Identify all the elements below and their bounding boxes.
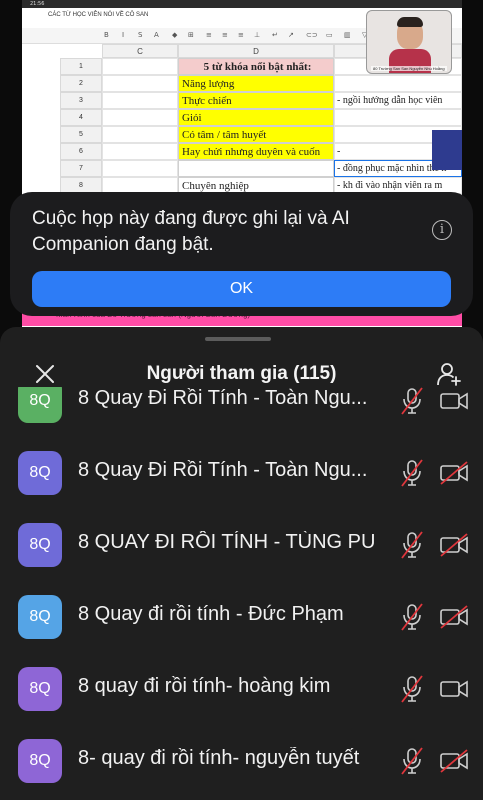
comment-icon: ▭: [326, 31, 333, 39]
shared-blue-panel: [432, 130, 462, 170]
info-icon[interactable]: i: [432, 220, 452, 240]
strikethrough-icon: S: [138, 31, 143, 39]
mic-muted-icon[interactable]: [400, 675, 424, 703]
align-left-icon: ≡: [206, 31, 212, 39]
mic-muted-icon[interactable]: [400, 531, 424, 559]
avatar: 8Q: [18, 523, 62, 567]
participant-row[interactable]: 8Q 8 Quay đi rồi tính - Đức Phạm: [0, 581, 483, 653]
participant-list[interactable]: 8Q 8 Quay Đi Rồi Tính - Toàn Ngu... 8Q 8 Q…: [0, 387, 483, 800]
cell-e: [334, 75, 462, 92]
video-off-icon[interactable]: [440, 749, 468, 773]
cell-d: 5 từ khóa nổi bật nhất:: [178, 58, 334, 75]
avatar: 8Q: [18, 739, 62, 783]
participant-name: 8- quay đi rồi tính- nguyễn tuyết: [78, 747, 360, 769]
participant-row[interactable]: 8Q 8 QUAY ĐI RỒI TÍNH - TÙNG PU: [0, 509, 483, 581]
bold-icon: B: [104, 31, 109, 39]
participant-name: 8 Quay Đi Rồi Tính - Toàn Ngu...: [78, 459, 368, 481]
mic-muted-icon[interactable]: [400, 459, 424, 487]
recording-message: Cuộc họp này đang được ghi lại và AI Com…: [32, 208, 350, 255]
chart-icon: ▥: [344, 31, 351, 39]
borders-icon: ⊞: [188, 31, 194, 39]
video-person-hair: [397, 17, 423, 27]
participant-row[interactable]: 8Q 8 Quay Đi Rồi Tính - Toàn Ngu...: [0, 387, 483, 437]
cell-d: Giỏi: [178, 109, 334, 126]
column-header-c: C: [102, 44, 178, 58]
text-color-icon: A: [154, 31, 159, 39]
participant-name: 8 Quay đi rồi tính - Đức Phạm: [78, 603, 344, 625]
avatar: 8Q: [18, 667, 62, 711]
video-thumbnail[interactable]: 80 Trường San San Nguyễn Nhu Hoằng: [366, 10, 452, 74]
avatar: 8Q: [18, 451, 62, 495]
video-name-label: 80 Trường San San Nguyễn Nhu Hoằng: [371, 66, 447, 71]
cell-d: Có tâm / tâm huyết: [178, 126, 334, 143]
rotate-icon: ↗: [288, 31, 294, 39]
participants-panel: Người tham gia (115) 8Q 8 Quay Đi Rồi Tín…: [0, 327, 483, 800]
video-off-icon[interactable]: [440, 605, 468, 629]
screen: 21:56 CÁC TỪ HỌC VIÊN NÓI VỀ CÔ SAN B I …: [0, 0, 483, 800]
avatar: 8Q: [18, 595, 62, 639]
cell-c: [102, 143, 178, 160]
panel-title: Người tham gia (115): [146, 363, 337, 384]
row-number: 7: [60, 160, 102, 177]
row-number: 3: [60, 92, 102, 109]
row-number: 1: [60, 58, 102, 75]
participant-name: 8 quay đi rồi tính- hoàng kim: [78, 675, 331, 697]
cell-c: [102, 75, 178, 92]
fill-color-icon: ◆: [172, 31, 178, 39]
cell-d: Hay chửi nhưng duyên và cuốn: [178, 143, 334, 160]
column-header-d: D: [178, 44, 334, 58]
align-center-icon: ≡: [222, 31, 228, 39]
cell-e: - ngồi hướng dẫn học viên: [334, 92, 462, 109]
row-number: 5: [60, 126, 102, 143]
cell-c: [102, 92, 178, 109]
cell-d: Năng lượng: [178, 75, 334, 92]
video-icon[interactable]: [440, 389, 468, 413]
wrap-icon: ↵: [272, 31, 278, 39]
cell-d: [178, 160, 334, 177]
participant-row[interactable]: 8Q 8- quay đi rồi tính- nguyễn tuyết: [0, 725, 483, 797]
mic-muted-icon[interactable]: [400, 387, 424, 415]
participant-name: 8 Quay Đi Rồi Tính - Toàn Ngu...: [78, 387, 368, 409]
participant-row[interactable]: 8Q 8 Quay Đi Rồi Tính - Toàn Ngu...: [0, 437, 483, 509]
mic-muted-icon[interactable]: [400, 603, 424, 631]
participant-name: 8 QUAY ĐI RỒI TÍNH - TÙNG PU: [78, 531, 376, 553]
ok-button[interactable]: OK: [32, 271, 451, 307]
video-icon[interactable]: [440, 677, 468, 701]
row-number: 4: [60, 109, 102, 126]
shared-doc-title: CÁC TỪ HỌC VIÊN NÓI VỀ CÔ SAN: [48, 12, 149, 18]
video-off-icon[interactable]: [440, 533, 468, 557]
drag-handle[interactable]: [205, 337, 271, 341]
row-number: 6: [60, 143, 102, 160]
participant-row[interactable]: 8Q 8 quay đi rồi tính- hoàng kim: [0, 653, 483, 725]
italic-icon: I: [122, 31, 125, 39]
shared-status-time: 21:56: [22, 0, 462, 8]
link-icon: ⊂⊃: [306, 31, 318, 39]
cell-c: [102, 58, 178, 75]
video-off-icon[interactable]: [440, 461, 468, 485]
cell-c: [102, 109, 178, 126]
recording-dialog: Cuộc họp này đang được ghi lại và AI Com…: [10, 192, 473, 316]
row-number: 2: [60, 75, 102, 92]
cell-c: [102, 160, 178, 177]
cell-e: [334, 109, 462, 126]
avatar: 8Q: [18, 387, 62, 423]
cell-d: Thực chiến: [178, 92, 334, 109]
add-participant-icon[interactable]: [436, 361, 462, 387]
mic-muted-icon[interactable]: [400, 747, 424, 775]
align-right-icon: ≡: [238, 31, 244, 39]
valign-icon: ⊥: [254, 31, 261, 39]
cell-c: [102, 126, 178, 143]
